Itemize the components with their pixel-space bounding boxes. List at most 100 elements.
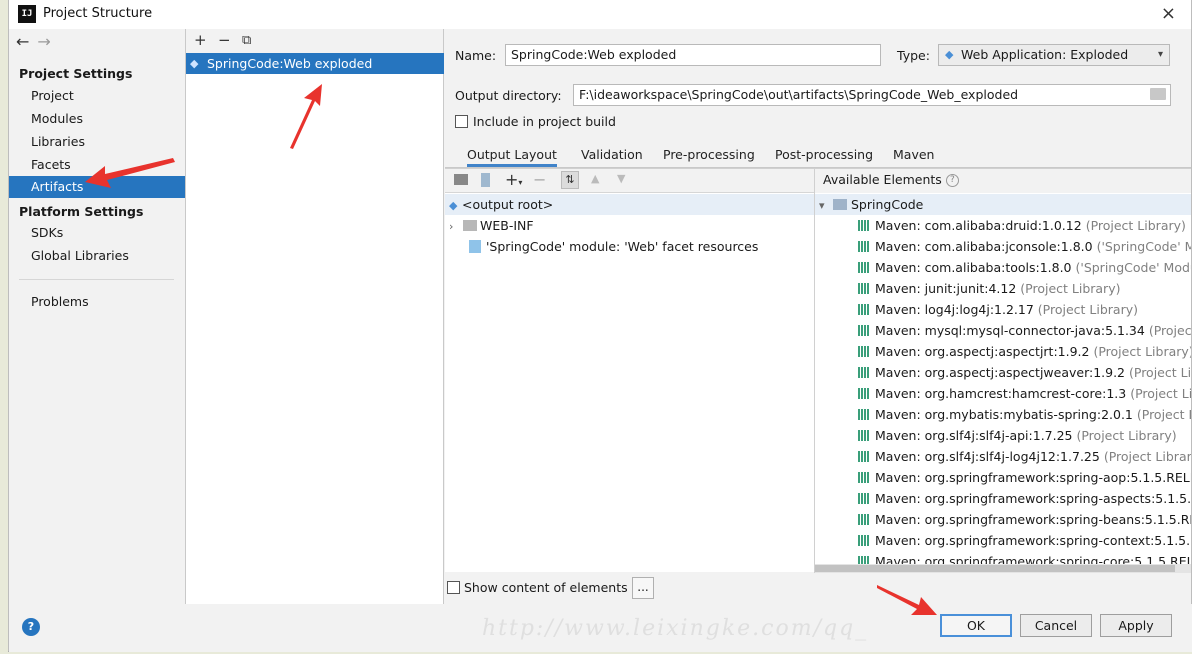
tab-pre-processing[interactable]: Pre-processing — [663, 143, 755, 167]
library-item[interactable]: Maven: mysql:mysql-connector-java:5.1.34… — [815, 320, 1191, 341]
nav-item-global-libraries[interactable]: Global Libraries — [9, 245, 185, 267]
library-name: Maven: org.mybatis:mybatis-spring:2.0.1 — [875, 407, 1133, 422]
library-scope: (Project Library) — [1076, 428, 1177, 443]
project-settings-heading: Project Settings — [19, 66, 133, 81]
tab-maven[interactable]: Maven — [893, 143, 934, 167]
sort-icon[interactable]: ⇅ — [561, 171, 579, 189]
library-item[interactable]: Maven: com.alibaba:tools:1.8.0 ('SpringC… — [815, 257, 1191, 278]
springcode-module-node[interactable]: ▾ SpringCode — [815, 194, 1191, 215]
nav-item-libraries[interactable]: Libraries — [9, 131, 185, 153]
available-elements-label: Available Elements — [823, 172, 942, 187]
artifact-details: Name: SpringCode:Web exploded Type: ◆ We… — [445, 29, 1191, 604]
library-item[interactable]: Maven: org.mybatis:mybatis-spring:2.0.1 … — [815, 404, 1191, 425]
library-item[interactable]: Maven: org.springframework:spring-aop:5.… — [815, 467, 1191, 488]
output-layout-area: +▾ − ⇅ ▲ ▼ Available Elements? ◆ <output … — [445, 168, 1191, 573]
add-element-icon[interactable]: +▾ — [505, 170, 522, 189]
library-item[interactable]: Maven: com.alibaba:druid:1.0.12 (Project… — [815, 215, 1186, 236]
nav-item-facets[interactable]: Facets — [9, 154, 185, 176]
library-item[interactable]: Maven: org.hamcrest:hamcrest-core:1.3 (P… — [815, 383, 1191, 404]
cancel-button[interactable]: Cancel — [1020, 614, 1092, 637]
tab-output-layout[interactable]: Output Layout — [467, 143, 557, 167]
new-folder-icon[interactable] — [454, 174, 468, 185]
help-icon[interactable]: ? — [945, 174, 959, 187]
type-value: Web Application: Exploded — [961, 47, 1129, 62]
library-icon — [858, 430, 870, 441]
library-name: Maven: com.alibaba:tools:1.8.0 — [875, 260, 1072, 275]
nav-item-modules[interactable]: Modules — [9, 108, 185, 130]
library-item[interactable]: Maven: org.slf4j:slf4j-log4j12:1.7.25 (P… — [815, 446, 1191, 467]
folder-icon — [463, 220, 477, 231]
output-root-icon: ◆ — [449, 199, 458, 212]
name-field[interactable]: SpringCode:Web exploded — [505, 44, 881, 66]
type-select[interactable]: ◆ Web Application: Exploded ▾ — [938, 44, 1170, 66]
output-root-label: <output root> — [462, 197, 554, 212]
intellij-icon: IJ — [18, 5, 36, 23]
library-name: Maven: log4j:log4j:1.2.17 — [875, 302, 1034, 317]
settings-nav: ←→ Project Settings Project Modules Libr… — [9, 29, 185, 604]
folder-icon[interactable] — [1150, 88, 1166, 100]
show-content-checkbox[interactable] — [447, 581, 460, 594]
library-item[interactable]: Maven: org.springframework:spring-beans:… — [815, 509, 1191, 530]
library-name: Maven: junit:junit:4.12 — [875, 281, 1017, 296]
close-icon[interactable]: × — [1161, 3, 1176, 24]
library-name: Maven: org.springframework:spring-aspect… — [875, 491, 1191, 506]
library-item[interactable]: Maven: org.aspectj:aspectjrt:1.9.2 (Proj… — [815, 341, 1191, 362]
artifact-item[interactable]: ◆ SpringCode:Web exploded — [186, 53, 444, 74]
library-scope: ('SpringCode' Mod — [1096, 239, 1191, 254]
window-title: Project Structure — [43, 6, 153, 21]
library-item[interactable]: Maven: junit:junit:4.12 (Project Library… — [815, 278, 1120, 299]
move-down-icon[interactable]: ▼ — [617, 172, 625, 185]
library-scope: ('SpringCode' Module — [1075, 260, 1192, 275]
include-build-checkbox[interactable] — [455, 115, 468, 128]
nav-item-problems[interactable]: Problems — [9, 291, 185, 313]
library-icon — [858, 325, 870, 336]
web-app-icon: ◆ — [945, 48, 954, 61]
help-button[interactable]: ? — [22, 618, 40, 636]
output-dir-label: Output directory: — [455, 88, 562, 103]
library-item[interactable]: Maven: org.springframework:spring-contex… — [815, 530, 1191, 551]
remove-element-icon[interactable]: − — [533, 170, 546, 189]
library-scope: (Project Library) — [1093, 344, 1191, 359]
library-scope: (Project Library) — [1085, 218, 1186, 233]
library-name: Maven: org.aspectj:aspectjrt:1.9.2 — [875, 344, 1090, 359]
library-item[interactable]: Maven: com.alibaba:jconsole:1.8.0 ('Spri… — [815, 236, 1191, 257]
library-scope: (Project Library) — [1103, 449, 1191, 464]
artifact-icon: ◆ — [190, 57, 199, 70]
copy-icon[interactable]: ⧉ — [242, 33, 251, 48]
include-build-label: Include in project build — [473, 114, 616, 129]
nav-item-artifacts[interactable]: Artifacts — [9, 176, 185, 198]
library-name: Maven: org.springframework:spring-beans:… — [875, 512, 1191, 527]
output-root-node[interactable]: ◆ <output root> — [445, 194, 814, 215]
add-icon[interactable]: + — [194, 31, 207, 49]
facet-resources-node[interactable]: 'SpringCode' module: 'Web' facet resourc… — [469, 236, 758, 257]
arrow-right-icon[interactable]: → — [37, 32, 58, 51]
module-folder-icon — [833, 199, 847, 210]
layout-toolbar: +▾ − ⇅ ▲ ▼ — [445, 169, 814, 193]
arrow-left-icon[interactable]: ← — [16, 32, 37, 51]
chevron-down-icon[interactable]: ▾ — [819, 195, 833, 216]
nav-item-project[interactable]: Project — [9, 85, 185, 107]
more-button[interactable]: ... — [632, 577, 654, 599]
library-item[interactable]: Maven: org.springframework:spring-aspect… — [815, 488, 1191, 509]
library-scope: (Project Li — [1148, 323, 1191, 338]
apply-button[interactable]: Apply — [1100, 614, 1172, 637]
watermark: http://www.leixingke.com/qq_ — [482, 616, 869, 641]
tab-post-processing[interactable]: Post-processing — [775, 143, 873, 167]
remove-icon[interactable]: − — [218, 31, 231, 49]
library-item[interactable]: Maven: log4j:log4j:1.2.17 (Project Libra… — [815, 299, 1138, 320]
scrollbar-thumb[interactable] — [815, 565, 1175, 572]
library-item[interactable]: Maven: org.aspectj:aspectjweaver:1.9.2 (… — [815, 362, 1191, 383]
tab-validation[interactable]: Validation — [581, 143, 643, 167]
nav-item-sdks[interactable]: SDKs — [9, 222, 185, 244]
library-item[interactable]: Maven: org.slf4j:slf4j-api:1.7.25 (Proje… — [815, 425, 1177, 446]
library-icon — [858, 409, 870, 420]
archive-icon[interactable] — [481, 173, 490, 187]
chevron-right-icon[interactable]: › — [449, 216, 463, 237]
output-dir-field[interactable]: F:\ideaworkspace\SpringCode\out\artifact… — [573, 84, 1171, 106]
web-inf-node[interactable]: › WEB-INF — [449, 215, 534, 236]
artifact-list-panel: + − ⧉ ◆ SpringCode:Web exploded — [185, 29, 444, 604]
ok-button[interactable]: OK — [940, 614, 1012, 637]
library-icon — [858, 220, 870, 231]
move-up-icon[interactable]: ▲ — [591, 172, 599, 185]
library-icon — [858, 367, 870, 378]
